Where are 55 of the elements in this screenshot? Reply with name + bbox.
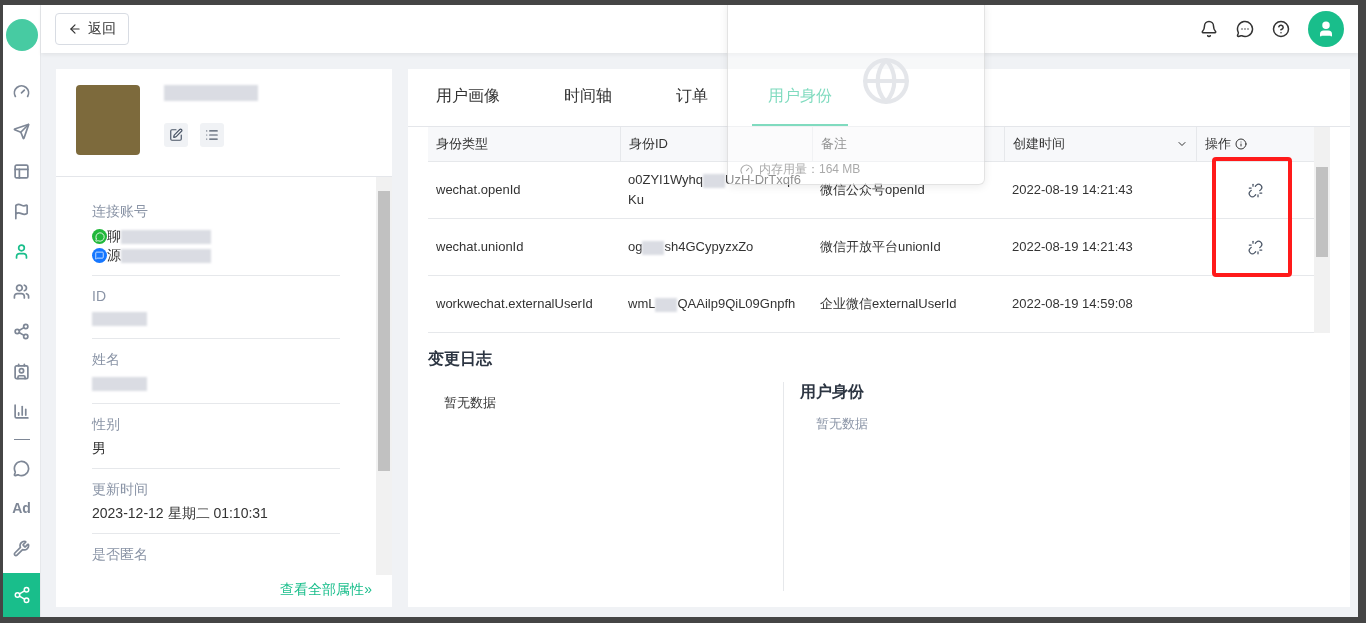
avatar[interactable] <box>1308 11 1344 47</box>
attribute-value: 男 <box>92 440 107 458</box>
wechat-icon <box>92 229 107 244</box>
table-cell-text: workwechat.externalUserId <box>436 295 593 313</box>
bell-icon[interactable] <box>1200 20 1218 38</box>
tab[interactable]: 时间轴 <box>540 69 636 126</box>
empty-text: 暂无数据 <box>444 394 497 412</box>
gauge-icon <box>740 163 753 176</box>
section-title: 变更日志 <box>428 349 493 369</box>
nav-network-icon[interactable] <box>3 573 40 617</box>
account-name: 源 <box>107 246 121 265</box>
table-cell-text: 2022-08-19 14:21:43 <box>1012 238 1133 256</box>
table-cell-text: 2022-08-19 14:21:43 <box>1012 181 1133 199</box>
list-icon <box>205 128 219 142</box>
nav-item[interactable]: Ad <box>3 488 40 528</box>
account-name: 聊 <box>107 227 121 246</box>
edit-icon <box>169 128 183 142</box>
table-cell-text: 微信开放平台unionId <box>820 238 941 256</box>
logo-icon <box>5 19 38 51</box>
empty-text: 暂无数据 <box>815 415 869 433</box>
table-cell-text: wechat.unionId <box>436 238 524 256</box>
back-button[interactable]: 返回 <box>55 13 129 45</box>
chat-icon <box>92 248 107 263</box>
redacted-text <box>92 312 147 327</box>
attribute-value: 2023-12-12 星期二 01:10:31 <box>92 505 269 523</box>
tab[interactable]: 用户画像 <box>420 69 516 126</box>
column-header: 身份ID <box>620 127 812 161</box>
table-cell-text: 企业微信externalUserId <box>820 295 957 313</box>
section-title: 用户身份 <box>800 382 865 402</box>
table-cell-text: og sh4GCypyzxZo <box>628 238 754 257</box>
globe-icon <box>861 56 911 106</box>
help-icon[interactable] <box>1272 20 1290 38</box>
attribute-label: 更新时间 <box>92 481 149 499</box>
unlink-button[interactable] <box>1247 182 1263 198</box>
attribute-label: 是否匿名 <box>92 546 149 564</box>
column-header: 备注 <box>812 127 1004 161</box>
memory-usage-text: 内存用量：164 MB <box>759 161 861 176</box>
attribute-label: 连接账号 <box>92 203 149 221</box>
table-cell-text: wechat.openId <box>436 181 521 199</box>
table-cell-text: 2022-08-19 14:59:08 <box>1012 295 1133 313</box>
info-icon <box>1235 138 1247 150</box>
column-header: 创建时间 <box>1004 127 1196 161</box>
unlink-button[interactable] <box>1247 239 1263 255</box>
table-cell-text: 微信公众号openId <box>820 181 925 199</box>
list-button[interactable] <box>200 123 224 147</box>
attribute-label: 姓名 <box>92 351 121 369</box>
edit-button[interactable] <box>164 123 188 147</box>
photo-placeholder <box>76 85 140 155</box>
tab[interactable]: 订单 <box>644 69 740 126</box>
table-cell-text: wmL QAAilp9QiL09Gnpfh <box>628 295 796 314</box>
attribute-label: 性别 <box>92 416 121 434</box>
chat-icon[interactable] <box>1236 20 1254 38</box>
redacted-text <box>92 377 147 392</box>
column-header: 身份类型 <box>435 135 489 153</box>
attribute-label: ID <box>92 288 107 304</box>
